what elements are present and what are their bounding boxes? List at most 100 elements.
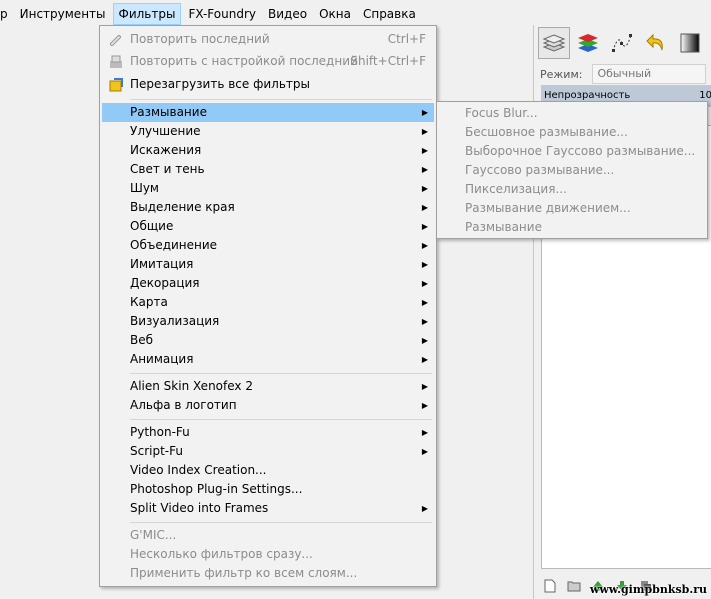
submenu-arrow-icon: ▶ [421,203,428,212]
tab-channels[interactable] [572,27,604,59]
submenu-item-label: Focus Blur... [465,106,538,120]
undo-icon [646,33,663,51]
repeat-last-item[interactable]: Повторить последний Ctrl+F [102,30,434,49]
layers-icon [542,34,566,52]
category-label: Карта [130,295,168,309]
script-label: Split Video into Frames [130,501,269,515]
submenu-arrow-icon: ▶ [421,241,428,250]
gmic-item[interactable]: G'MIC... [102,526,434,545]
reshow-last-shortcut: Shift+Ctrl+F [350,54,426,68]
category-render[interactable]: Визуализация ▶ [102,312,434,331]
tab-undo-history[interactable] [640,27,672,59]
apply-to-all-layers-item[interactable]: Применить фильтр ко всем слоям... [102,564,434,583]
submenu-arrow-icon: ▶ [421,428,428,437]
new-layer-icon[interactable] [541,577,559,595]
category-animation[interactable]: Анимация ▶ [102,350,434,369]
selective-gaussian-blur-item[interactable]: Выборочное Гауссово размывание... [439,142,705,161]
category-blur[interactable]: Размывание ▶ [102,103,434,122]
category-label: Шум [130,181,159,195]
category-label: Визуализация [130,314,220,328]
reshow-last-item[interactable]: Повторить с настройкой последний Shift+C… [102,52,434,71]
menu-video[interactable]: Видео [263,3,312,25]
category-decor[interactable]: Декорация ▶ [102,274,434,293]
repeat-icon [108,32,124,47]
script-video-index[interactable]: Video Index Creation... [102,461,434,480]
script-label: Video Index Creation... [130,463,267,477]
script-python-fu[interactable]: Python-Fu ▶ [102,423,434,442]
category-light-shadow[interactable]: Свет и тень ▶ [102,160,434,179]
category-enhance[interactable]: Улучшение ▶ [102,122,434,141]
reshow-icon [108,54,124,69]
tab-paths[interactable] [606,27,638,59]
submenu-arrow-icon: ▶ [421,184,428,193]
menu-windows[interactable]: Окна [314,3,356,25]
mode-label: Режим: [540,67,583,81]
tab-gradients[interactable] [674,27,706,59]
reset-icon [108,77,124,92]
tileable-blur-item[interactable]: Бесшовное размывание... [439,123,705,142]
pixelize-item[interactable]: Пикселизация... [439,180,705,199]
submenu-arrow-icon: ▶ [421,127,428,136]
menu-tools[interactable]: Инструменты [15,3,111,25]
category-noise[interactable]: Шум ▶ [102,179,434,198]
focus-blur-item[interactable]: Focus Blur... [439,104,705,123]
menu-filters[interactable]: Фильтры [112,3,182,25]
category-generic[interactable]: Общие ▶ [102,217,434,236]
channels-icon [578,34,598,52]
reset-all-label: Перезагрузить все фильтры [130,77,310,91]
script-split-video[interactable]: Split Video into Frames ▶ [102,499,434,518]
category-distorts[interactable]: Искажения ▶ [102,141,434,160]
category-map[interactable]: Карта ▶ [102,293,434,312]
category-artistic[interactable]: Имитация ▶ [102,255,434,274]
category-label: Веб [130,333,154,347]
dock-tabs [538,27,711,59]
batch-filters-item[interactable]: Несколько фильтров сразу... [102,545,434,564]
script-label: Python-Fu [130,425,190,439]
plugin-label: Альфа в логотип [130,398,237,412]
submenu-arrow-icon: ▶ [421,504,428,513]
category-combine[interactable]: Объединение ▶ [102,236,434,255]
category-label: Анимация [130,352,194,366]
reshow-last-label: Повторить с настройкой последний [130,54,358,68]
submenu-item-label: Гауссово размывание... [465,163,615,177]
submenu-arrow-icon: ▶ [421,317,428,326]
submenu-arrow-icon: ▶ [421,355,428,364]
category-label: Объединение [130,238,218,252]
plugin-alien-skin[interactable]: Alien Skin Xenofex 2 ▶ [102,377,434,396]
filters-dropdown: Повторить последний Ctrl+F Повторить с н… [99,25,437,587]
category-label: Свет и тень [130,162,205,176]
submenu-arrow-icon: ▶ [421,447,428,456]
menu-item-label: Несколько фильтров сразу... [130,547,313,561]
category-web[interactable]: Веб ▶ [102,331,434,350]
submenu-arrow-icon: ▶ [421,298,428,307]
repeat-last-label: Повторить последний [130,32,270,46]
menu-separator [130,522,432,523]
category-label: Имитация [130,257,194,271]
plugin-label: Alien Skin Xenofex 2 [130,379,253,393]
menu-item-label: G'MIC... [130,528,177,542]
script-label: Photoshop Plug-in Settings... [130,482,303,496]
gaussian-blur-item[interactable]: Гауссово размывание... [439,161,705,180]
category-label: Декорация [130,276,200,290]
menu-image-partial[interactable]: р [0,3,13,25]
submenu-item-label: Размывание [465,220,542,234]
submenu-item-label: Бесшовное размывание... [465,125,628,139]
submenu-item-label: Выборочное Гауссово размывание... [465,144,696,158]
menu-help[interactable]: Справка [358,3,421,25]
new-layer-group-icon[interactable] [565,577,583,595]
plugin-alpha-to-logo[interactable]: Альфа в логотип ▶ [102,396,434,415]
opacity-label: Непрозрачность [544,90,631,101]
mode-select[interactable]: Обычный [592,64,707,84]
blur-item[interactable]: Размывание [439,218,705,237]
tab-layers[interactable] [538,27,570,59]
menu-fx-foundry[interactable]: FX-Foundry [183,3,261,25]
menu-separator [130,419,432,420]
script-script-fu[interactable]: Script-Fu ▶ [102,442,434,461]
script-photoshop-plugin-settings[interactable]: Photoshop Plug-in Settings... [102,480,434,499]
motion-blur-item[interactable]: Размывание движением... [439,199,705,218]
reset-all-filters-item[interactable]: Перезагрузить все фильтры [102,75,434,94]
category-edge-detect[interactable]: Выделение края ▶ [102,198,434,217]
repeat-last-shortcut: Ctrl+F [387,32,426,46]
submenu-arrow-icon: ▶ [421,279,428,288]
submenu-arrow-icon: ▶ [421,260,428,269]
